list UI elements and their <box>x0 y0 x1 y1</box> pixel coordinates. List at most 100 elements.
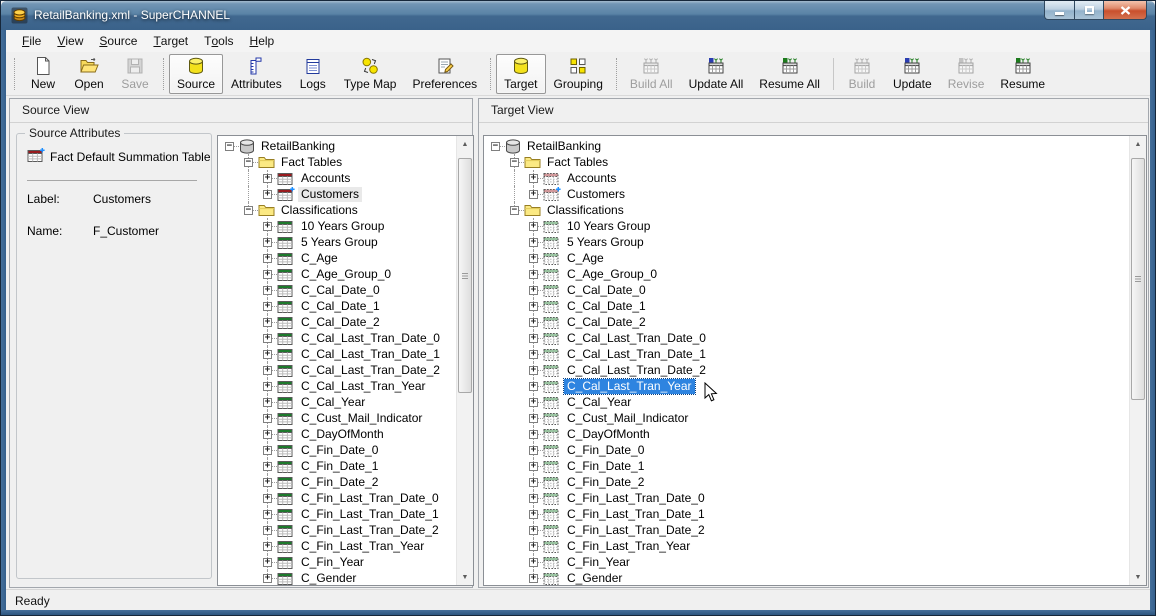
tree-row-c-fin-last-tran-date-2[interactable]: +C_Fin_Last_Tran_Date_2 <box>486 522 1129 538</box>
tree-row-c-fin-year[interactable]: + C_Fin_Year <box>220 554 456 570</box>
tree-node-label[interactable]: 10 Years Group <box>298 219 387 234</box>
expand-icon[interactable]: + <box>263 574 272 583</box>
collapse-icon[interactable]: − <box>244 206 253 215</box>
tree-row-c-fin-date-1[interactable]: +C_Fin_Date_1 <box>486 458 1129 474</box>
tree-row-c-age[interactable]: +C_Age <box>486 250 1129 266</box>
tree-node-label[interactable]: C_Gender <box>564 571 625 586</box>
expand-icon[interactable]: + <box>529 366 538 375</box>
source-tree-scrollbar[interactable]: ▲ ▼ <box>456 136 473 585</box>
tree-row-retailbanking[interactable]: −RetailBanking <box>486 138 1129 154</box>
tree-node-label[interactable]: C_Cust_Mail_Indicator <box>564 411 691 426</box>
tree-row-5-years-group[interactable]: +5 Years Group <box>220 234 456 250</box>
tree-row-c-age-group-0[interactable]: +C_Age_Group_0 <box>220 266 456 282</box>
collapse-icon[interactable]: − <box>244 158 253 167</box>
update-button[interactable]: Update <box>885 54 940 94</box>
expand-icon[interactable]: + <box>529 222 538 231</box>
expand-icon[interactable]: + <box>263 254 272 263</box>
expand-icon[interactable]: + <box>529 350 538 359</box>
minimize-button[interactable] <box>1044 1 1074 20</box>
expand-icon[interactable]: + <box>263 526 272 535</box>
tree-node-label[interactable]: Fact Tables <box>278 155 345 170</box>
expand-icon[interactable]: + <box>263 318 272 327</box>
tree-row-fact-tables[interactable]: −Fact Tables <box>486 154 1129 170</box>
tree-row-c-cal-year[interactable]: +C_Cal_Year <box>486 394 1129 410</box>
scroll-up-arrow-icon[interactable]: ▲ <box>1130 136 1146 152</box>
tree-node-label[interactable]: C_Cal_Date_0 <box>298 283 383 298</box>
expand-icon[interactable]: + <box>529 318 538 327</box>
expand-icon[interactable]: + <box>263 222 272 231</box>
tree-row-c-cust-mail-indicator[interactable]: +C_Cust_Mail_Indicator <box>486 410 1129 426</box>
tree-row-c-cal-last-tran-year[interactable]: +C_Cal_Last_Tran_Year <box>486 378 1129 394</box>
source-button[interactable]: Source <box>169 54 223 94</box>
tree-row-customers[interactable]: +Customers <box>220 186 456 202</box>
target-button[interactable]: Target <box>496 54 545 94</box>
tree-node-label[interactable]: Fact Tables <box>544 155 611 170</box>
menu-view[interactable]: View <box>49 30 91 52</box>
tree-node-label[interactable]: C_Fin_Last_Tran_Year <box>564 539 693 554</box>
tree-row-c-cal-last-tran-date-2[interactable]: +C_Cal_Last_Tran_Date_2 <box>220 362 456 378</box>
menu-target[interactable]: Target <box>145 30 196 52</box>
tree-row-classifications[interactable]: − Classifications <box>220 202 456 218</box>
tree-row-c-cal-date-0[interactable]: +C_Cal_Date_0 <box>220 282 456 298</box>
tree-node-label[interactable]: C_Fin_Last_Tran_Date_2 <box>298 523 442 538</box>
tree-row-10-years-group[interactable]: +10 Years Group <box>486 218 1129 234</box>
tree-node-label[interactable]: C_Cal_Last_Tran_Date_2 <box>564 363 709 378</box>
tree-node-label[interactable]: C_Fin_Year <box>298 555 367 570</box>
expand-icon[interactable]: + <box>529 334 538 343</box>
tree-row-c-fin-date-0[interactable]: +C_Fin_Date_0 <box>486 442 1129 458</box>
tree-row-c-cal-year[interactable]: +C_Cal_Year <box>220 394 456 410</box>
collapse-icon[interactable]: − <box>510 206 519 215</box>
tree-row-c-age-group-0[interactable]: +C_Age_Group_0 <box>486 266 1129 282</box>
tree-row-c-fin-date-2[interactable]: +C_Fin_Date_2 <box>220 474 456 490</box>
expand-icon[interactable]: + <box>529 270 538 279</box>
tree-node-label[interactable]: 5 Years Group <box>298 235 381 250</box>
preferences-button[interactable]: Preferences <box>404 54 485 94</box>
expand-icon[interactable]: + <box>529 494 538 503</box>
menu-source[interactable]: Source <box>91 30 145 52</box>
expand-icon[interactable]: + <box>263 558 272 567</box>
tree-node-label[interactable]: C_Age <box>564 251 607 266</box>
tree-row-c-fin-last-tran-date-0[interactable]: +C_Fin_Last_Tran_Date_0 <box>220 490 456 506</box>
expand-icon[interactable]: + <box>529 462 538 471</box>
tree-row-c-cal-last-tran-date-1[interactable]: +C_Cal_Last_Tran_Date_1 <box>486 346 1129 362</box>
tree-row-c-cal-last-tran-date-0[interactable]: +C_Cal_Last_Tran_Date_0 <box>486 330 1129 346</box>
expand-icon[interactable]: + <box>529 542 538 551</box>
tree-row-c-fin-year[interactable]: +C_Fin_Year <box>486 554 1129 570</box>
expand-icon[interactable]: + <box>263 542 272 551</box>
tree-node-label[interactable]: 5 Years Group <box>564 235 647 250</box>
expand-icon[interactable]: + <box>263 190 272 199</box>
expand-icon[interactable]: + <box>263 446 272 455</box>
tree-node-label[interactable]: Classifications <box>544 203 627 218</box>
tree-row-c-fin-date-1[interactable]: +C_Fin_Date_1 <box>220 458 456 474</box>
expand-icon[interactable]: + <box>263 302 272 311</box>
expand-icon[interactable]: + <box>529 526 538 535</box>
tree-row-c-fin-date-0[interactable]: +C_Fin_Date_0 <box>220 442 456 458</box>
tree-row-c-fin-date-2[interactable]: +C_Fin_Date_2 <box>486 474 1129 490</box>
expand-icon[interactable]: + <box>529 478 538 487</box>
target-tree-scrollbar[interactable]: ▲ ▼ <box>1129 136 1146 585</box>
expand-icon[interactable]: + <box>529 574 538 583</box>
tree-row-c-cal-date-0[interactable]: +C_Cal_Date_0 <box>486 282 1129 298</box>
resume-button[interactable]: Resume <box>992 54 1053 94</box>
expand-icon[interactable]: + <box>263 382 272 391</box>
logs-button[interactable]: Logs <box>290 54 336 94</box>
expand-icon[interactable]: + <box>529 286 538 295</box>
type-map-button[interactable]: Type Map <box>336 54 405 94</box>
tree-row-10-years-group[interactable]: +10 Years Group <box>220 218 456 234</box>
tree-node-label[interactable]: C_Cal_Last_Tran_Date_0 <box>298 331 443 346</box>
scroll-down-arrow-icon[interactable]: ▼ <box>457 569 473 585</box>
attributes-button[interactable]: Attributes <box>223 54 290 94</box>
tree-node-label[interactable]: C_Gender <box>298 571 359 586</box>
tree-node-label[interactable]: C_Cal_Last_Tran_Date_1 <box>298 347 443 362</box>
close-button[interactable] <box>1104 1 1147 20</box>
expand-icon[interactable]: + <box>263 430 272 439</box>
expand-icon[interactable]: + <box>263 510 272 519</box>
expand-icon[interactable]: + <box>263 174 272 183</box>
resume-all-button[interactable]: Resume All <box>751 54 828 94</box>
tree-node-label[interactable]: RetailBanking <box>524 139 604 154</box>
scroll-up-arrow-icon[interactable]: ▲ <box>457 136 473 152</box>
tree-node-label[interactable]: Classifications <box>278 203 361 218</box>
expand-icon[interactable]: + <box>263 462 272 471</box>
tree-row-c-dayofmonth[interactable]: +C_DayOfMonth <box>220 426 456 442</box>
expand-icon[interactable]: + <box>263 350 272 359</box>
